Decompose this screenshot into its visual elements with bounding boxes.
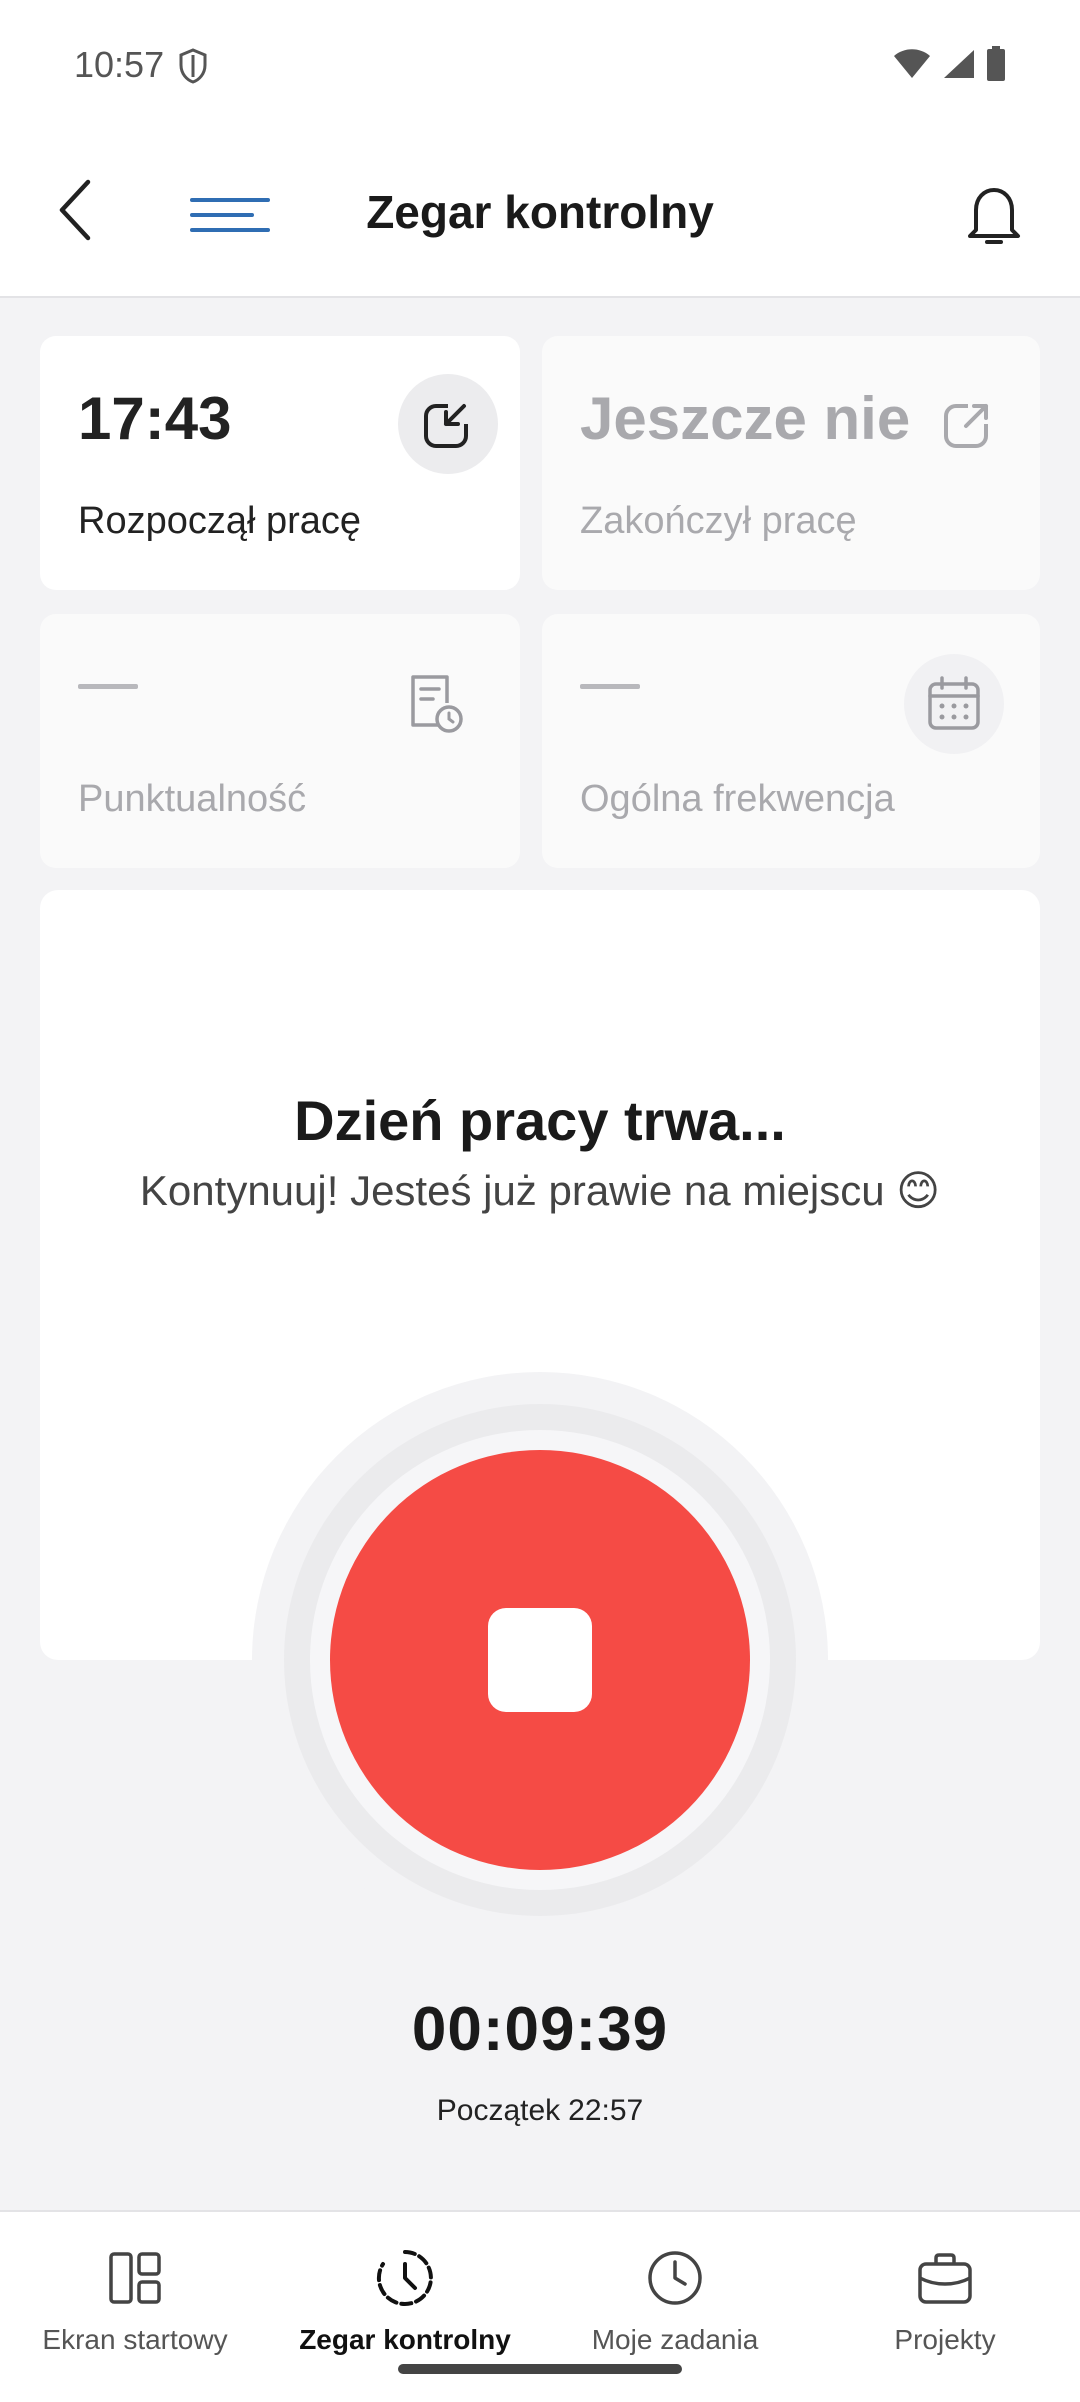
- clock-in-icon: [398, 374, 498, 474]
- workday-status-subtitle: Kontynuuj! Jesteś już prawie na miejscu …: [139, 1167, 941, 1214]
- dashboard-icon: [109, 2252, 161, 2304]
- start-time-info: Początek 22:57: [0, 2094, 1080, 2128]
- started-work-card: 17:43 Rozpoczął pracę: [40, 336, 520, 590]
- briefcase-icon: [918, 2253, 972, 2304]
- attendance-label: Ogólna frekwencja: [580, 778, 895, 820]
- start-time: 22:57: [568, 2094, 644, 2127]
- nav-label-my-tasks: Moje zadania: [591, 2324, 759, 2355]
- start-label: Początek: [436, 2094, 561, 2127]
- stop-icon: [488, 1608, 592, 1712]
- battery-icon: [986, 46, 1006, 87]
- notifications-button[interactable]: [964, 180, 1024, 250]
- nav-label-time-clock: Zegar kontrolny: [299, 2324, 511, 2355]
- punctuality-label: Punktualność: [78, 778, 307, 820]
- end-time-value: Jeszcze nie: [580, 385, 911, 452]
- nav-item-home[interactable]: Ekran startowy: [0, 2212, 270, 2402]
- status-bar: 10:57: [0, 0, 1080, 130]
- signal-icon: [942, 48, 976, 85]
- start-time-value: 17:43: [78, 385, 232, 452]
- elapsed-timer: 00:09:39: [411, 1995, 669, 2064]
- page-title: Zegar kontrolny: [366, 186, 714, 238]
- shield-icon: [178, 48, 208, 89]
- end-time-label: Zakończył pracę: [580, 500, 857, 542]
- punctuality-icon: [384, 654, 484, 754]
- wifi-icon: [892, 48, 932, 85]
- finished-work-card: Jeszcze nie Zakończył pracę: [542, 336, 1040, 590]
- app-bar: Zegar kontrolny: [0, 130, 1080, 298]
- bell-icon: [968, 188, 1020, 244]
- calendar-icon: [904, 654, 1004, 754]
- stop-work-button[interactable]: [330, 1450, 750, 1870]
- home-indicator[interactable]: [398, 2364, 682, 2374]
- nav-label-projects: Projekty: [894, 2324, 996, 2355]
- workday-status-title: Dzień pracy trwa...: [294, 1089, 786, 1152]
- nav-label-home: Ekran startowy: [42, 2324, 228, 2355]
- time-clock-icon: [376, 2250, 433, 2306]
- punctuality-value-dash: [78, 684, 138, 689]
- punctuality-card: Punktualność: [40, 614, 520, 868]
- clock-icon: [648, 2251, 702, 2305]
- attendance-value-dash: [580, 684, 640, 689]
- start-time-label: Rozpoczął pracę: [78, 500, 362, 542]
- clock-out-icon: [918, 374, 1018, 474]
- attendance-card: Ogólna frekwencja: [542, 614, 1040, 868]
- status-time: 10:57: [74, 44, 165, 85]
- nav-item-projects[interactable]: Projekty: [810, 2212, 1080, 2402]
